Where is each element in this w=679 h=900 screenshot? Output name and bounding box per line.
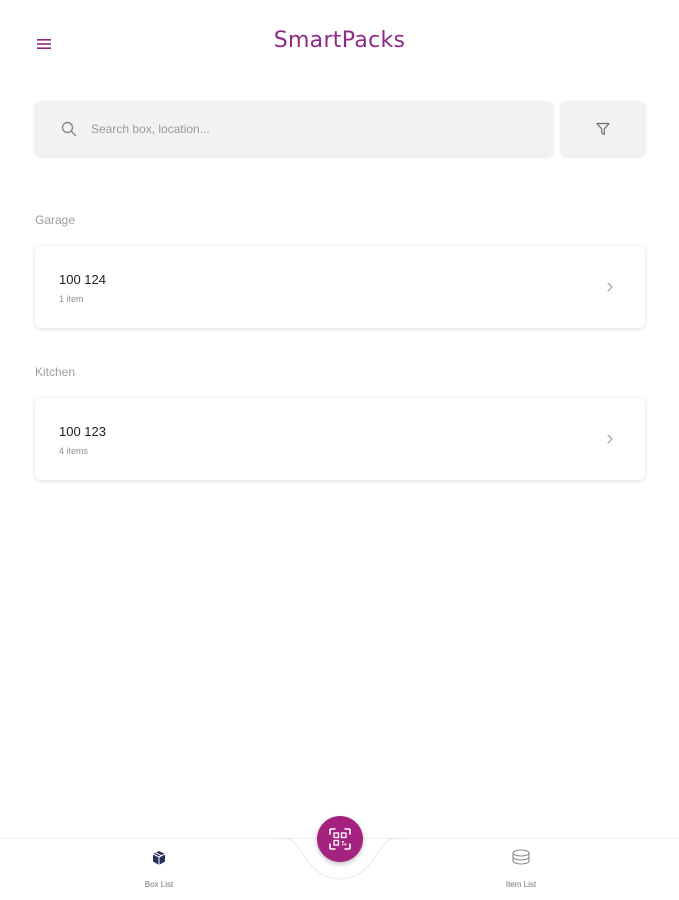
app-screen: SmartPacks Garage 100 124 1 item Kitchen… [0,0,679,900]
box-id: 100 124 [59,272,106,287]
scan-button[interactable] [317,816,363,862]
chevron-right-icon [607,282,613,292]
box-item-count: 4 items [59,446,89,456]
nav-label: Item List [505,880,537,889]
search-icon [61,120,79,138]
box-card[interactable]: 100 124 1 item [35,246,645,328]
box-icon [149,848,169,868]
nav-label: Box List [144,880,174,889]
group-label-garage: Garage [35,213,76,227]
nav-box-list[interactable]: Box List [119,848,199,896]
layers-icon [511,848,531,868]
box-item-count: 1 item [59,294,84,304]
search-bar[interactable] [35,101,553,156]
box-id: 100 123 [59,424,106,439]
box-card[interactable]: 100 123 4 items [35,398,645,480]
search-input[interactable] [91,121,511,136]
app-title: SmartPacks [273,28,406,53]
chevron-right-icon [607,434,613,444]
nav-item-list[interactable]: Item List [481,848,561,896]
filter-button[interactable] [561,101,645,156]
filter-icon [596,122,610,135]
group-label-kitchen: Kitchen [35,365,76,379]
qr-scan-icon [329,828,351,850]
